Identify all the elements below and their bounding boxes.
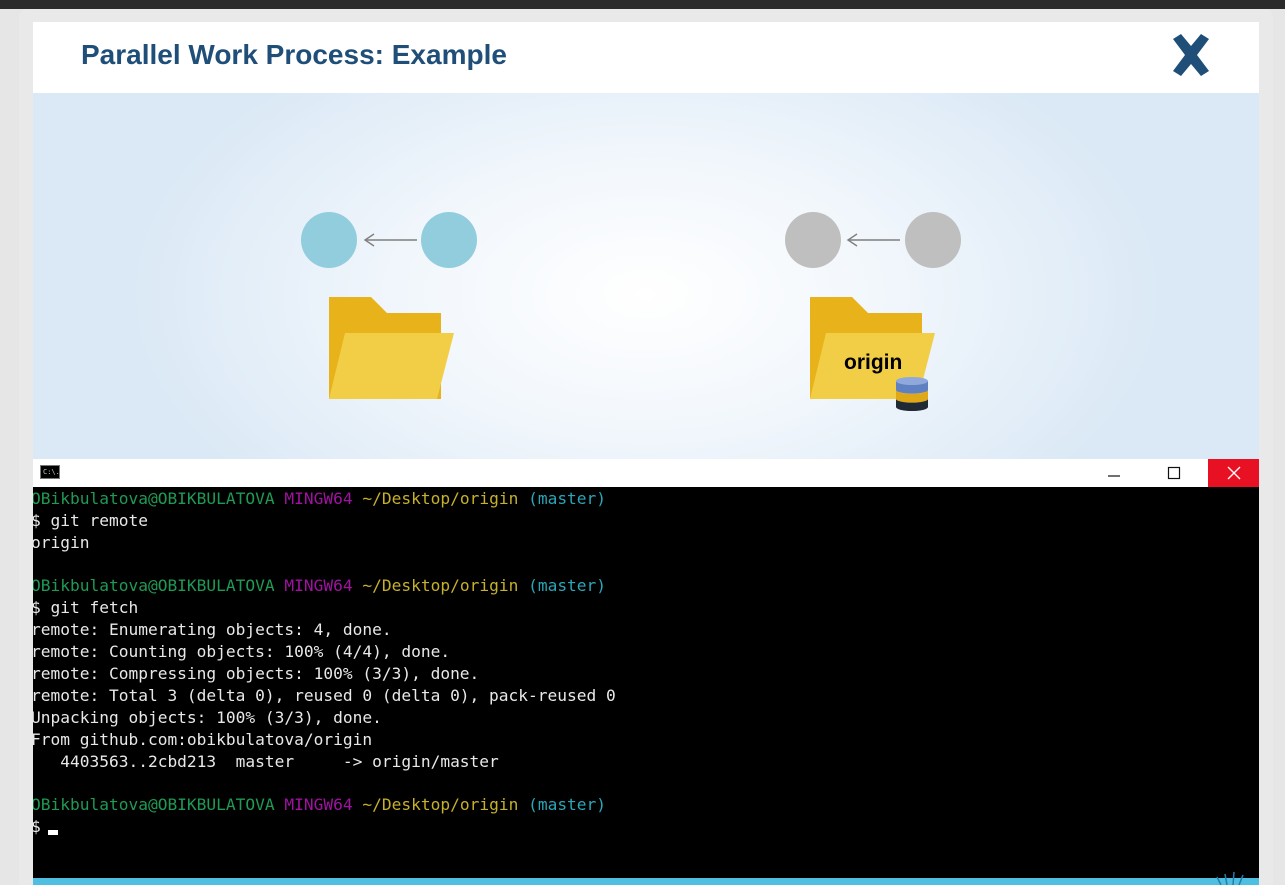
terminal-command: $ git fetch — [33, 598, 139, 617]
terminal-prompt: OBikbulatova@OBIKBULATOVA MINGW64 ~/Desk… — [33, 794, 606, 816]
remote-folder-label: origin — [844, 351, 903, 374]
prompt-system: MINGW64 — [284, 489, 353, 508]
prompt-branch: (master) — [528, 576, 607, 595]
prompt-system: MINGW64 — [284, 576, 353, 595]
cmd-icon: C:\. — [40, 465, 60, 479]
terminal-output-line: Unpacking objects: 100% (3/3), done. — [33, 708, 382, 727]
local-commit-parent — [301, 212, 357, 268]
terminal-prompt: OBikbulatova@OBIKBULATOVA MINGW64 ~/Desk… — [33, 488, 606, 510]
terminal-output-line: remote: Counting objects: 100% (4/4), do… — [33, 642, 451, 661]
slide-panel: Parallel Work Process: Example origin C:… — [33, 22, 1259, 885]
sparkle-icon — [1216, 871, 1244, 885]
terminal-titlebar: C:\. — [33, 459, 1259, 487]
prompt-user: OBikbulatova@OBIKBULATOVA — [33, 576, 275, 595]
minimize-icon — [1108, 475, 1120, 477]
prompt-path: ~/Desktop/origin — [362, 576, 519, 595]
local-folder-icon — [329, 297, 454, 399]
local-commit-arrow — [363, 233, 417, 247]
slide-header: Parallel Work Process: Example — [33, 22, 1259, 93]
maximize-icon — [1167, 466, 1181, 480]
terminal-input-line[interactable]: $ — [33, 816, 58, 838]
terminal-output-line: 4403563..2cbd213 master -> origin/master — [33, 752, 499, 771]
prompt-branch: (master) — [528, 795, 607, 814]
prompt-system: MINGW64 — [284, 795, 353, 814]
prompt-path: ~/Desktop/origin — [362, 489, 519, 508]
terminal-prompt: OBikbulatova@OBIKBULATOVA MINGW64 ~/Desk… — [33, 575, 606, 597]
local-commit-head — [421, 212, 477, 268]
close-x-icon[interactable] — [1167, 31, 1215, 79]
close-window-button[interactable] — [1208, 459, 1259, 487]
remote-commit-head — [905, 212, 961, 268]
terminal-output-line: origin — [33, 533, 90, 552]
maximize-button[interactable] — [1151, 459, 1197, 487]
terminal-output-line: From github.com:obikbulatova/origin — [33, 730, 373, 749]
prompt-user: OBikbulatova@OBIKBULATOVA — [33, 795, 275, 814]
terminal-output[interactable]: OBikbulatova@OBIKBULATOVA MINGW64 ~/Desk… — [33, 487, 1259, 878]
prompt-branch: (master) — [528, 489, 607, 508]
terminal-output-line: remote: Compressing objects: 100% (3/3),… — [33, 664, 480, 683]
prompt-path: ~/Desktop/origin — [362, 795, 519, 814]
remote-commit-parent — [785, 212, 841, 268]
terminal-cursor — [47, 830, 58, 835]
prompt-user: OBikbulatova@OBIKBULATOVA — [33, 489, 275, 508]
top-strip — [0, 0, 1285, 9]
minimize-button[interactable] — [1091, 459, 1137, 487]
close-icon — [1227, 466, 1240, 480]
terminal-command: $ git remote — [33, 511, 148, 530]
diagram-stage: origin — [33, 93, 1259, 459]
remote-commit-arrow — [846, 233, 900, 247]
database-icon — [896, 377, 928, 411]
prompt-symbol: $ — [33, 817, 41, 836]
bottom-accent-bar — [33, 878, 1259, 885]
slide-title: Parallel Work Process: Example — [81, 39, 507, 70]
terminal-output-line: remote: Total 3 (delta 0), reused 0 (del… — [33, 686, 616, 705]
terminal-output-line: remote: Enumerating objects: 4, done. — [33, 620, 392, 639]
